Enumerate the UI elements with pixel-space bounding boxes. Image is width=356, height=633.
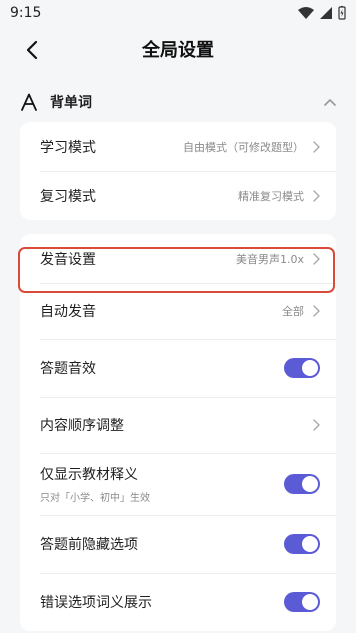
auto-pronounce-label: 自动发音 (40, 304, 96, 320)
textbook-only-note: 只对「小学、初中」生效 (40, 493, 150, 504)
hide-options-toggle[interactable] (284, 534, 320, 554)
battery-icon (338, 6, 346, 20)
chevron-right-icon (313, 189, 320, 202)
status-bar: 9:15 (0, 0, 356, 26)
auto-pronounce-value: 全部 (282, 305, 304, 318)
pronunciation-settings-card: 发音设置 美音男声1.0x 自动发音 全部 答题音效 内容顺序调整 仅显示教材释… (20, 234, 336, 631)
signal-icon (320, 7, 332, 19)
pronunciation-row[interactable]: 发音设置 美音男声1.0x (20, 234, 336, 283)
status-time: 9:15 (10, 5, 42, 21)
page-title: 全局设置 (142, 40, 214, 61)
section-header-vocabulary[interactable]: 背单词 (0, 86, 356, 118)
content-order-label: 内容顺序调整 (40, 418, 124, 434)
pronunciation-value: 美音男声1.0x (235, 252, 304, 266)
back-arrow-icon (26, 40, 38, 60)
hide-options-label: 答题前隐藏选项 (40, 537, 138, 553)
review-mode-label: 复习模式 (40, 188, 96, 205)
wrong-options-label: 错误选项词义展示 (40, 595, 152, 611)
textbook-only-row: 仅显示教材释义 只对「小学、初中」生效 (20, 453, 336, 515)
study-mode-row[interactable]: 学习模式 自由模式（可修改题型） (20, 122, 336, 171)
review-mode-row[interactable]: 复习模式 精准复习模式 (20, 171, 336, 220)
chevron-right-icon (313, 140, 320, 153)
content-order-row[interactable]: 内容顺序调整 (20, 397, 336, 453)
textbook-only-label: 仅显示教材释义 (40, 467, 138, 483)
chevron-right-icon (313, 305, 320, 317)
letter-a-icon (21, 93, 37, 111)
pronunciation-label: 发音设置 (40, 251, 96, 268)
answer-sound-label: 答题音效 (40, 361, 96, 377)
study-mode-label: 学习模式 (40, 139, 96, 156)
header: 全局设置 (0, 26, 356, 72)
chevron-right-icon (313, 252, 320, 265)
section-title: 背单词 (50, 95, 92, 111)
chevron-right-icon (313, 419, 320, 431)
chevron-up-icon[interactable] (324, 98, 336, 106)
wifi-icon (298, 7, 314, 19)
back-button[interactable] (18, 36, 46, 64)
wrong-options-toggle[interactable] (284, 592, 320, 612)
wrong-options-row: 错误选项词义展示 (20, 573, 336, 631)
auto-pronounce-row[interactable]: 自动发音 全部 (20, 283, 336, 339)
textbook-only-toggle[interactable] (284, 474, 320, 494)
hide-options-row: 答题前隐藏选项 (20, 515, 336, 573)
answer-sound-toggle[interactable] (284, 358, 320, 378)
study-mode-value: 自由模式（可修改题型） (183, 140, 304, 154)
review-mode-value: 精准复习模式 (238, 189, 304, 203)
answer-sound-row: 答题音效 (20, 339, 336, 397)
study-settings-card: 学习模式 自由模式（可修改题型） 复习模式 精准复习模式 (20, 122, 336, 220)
